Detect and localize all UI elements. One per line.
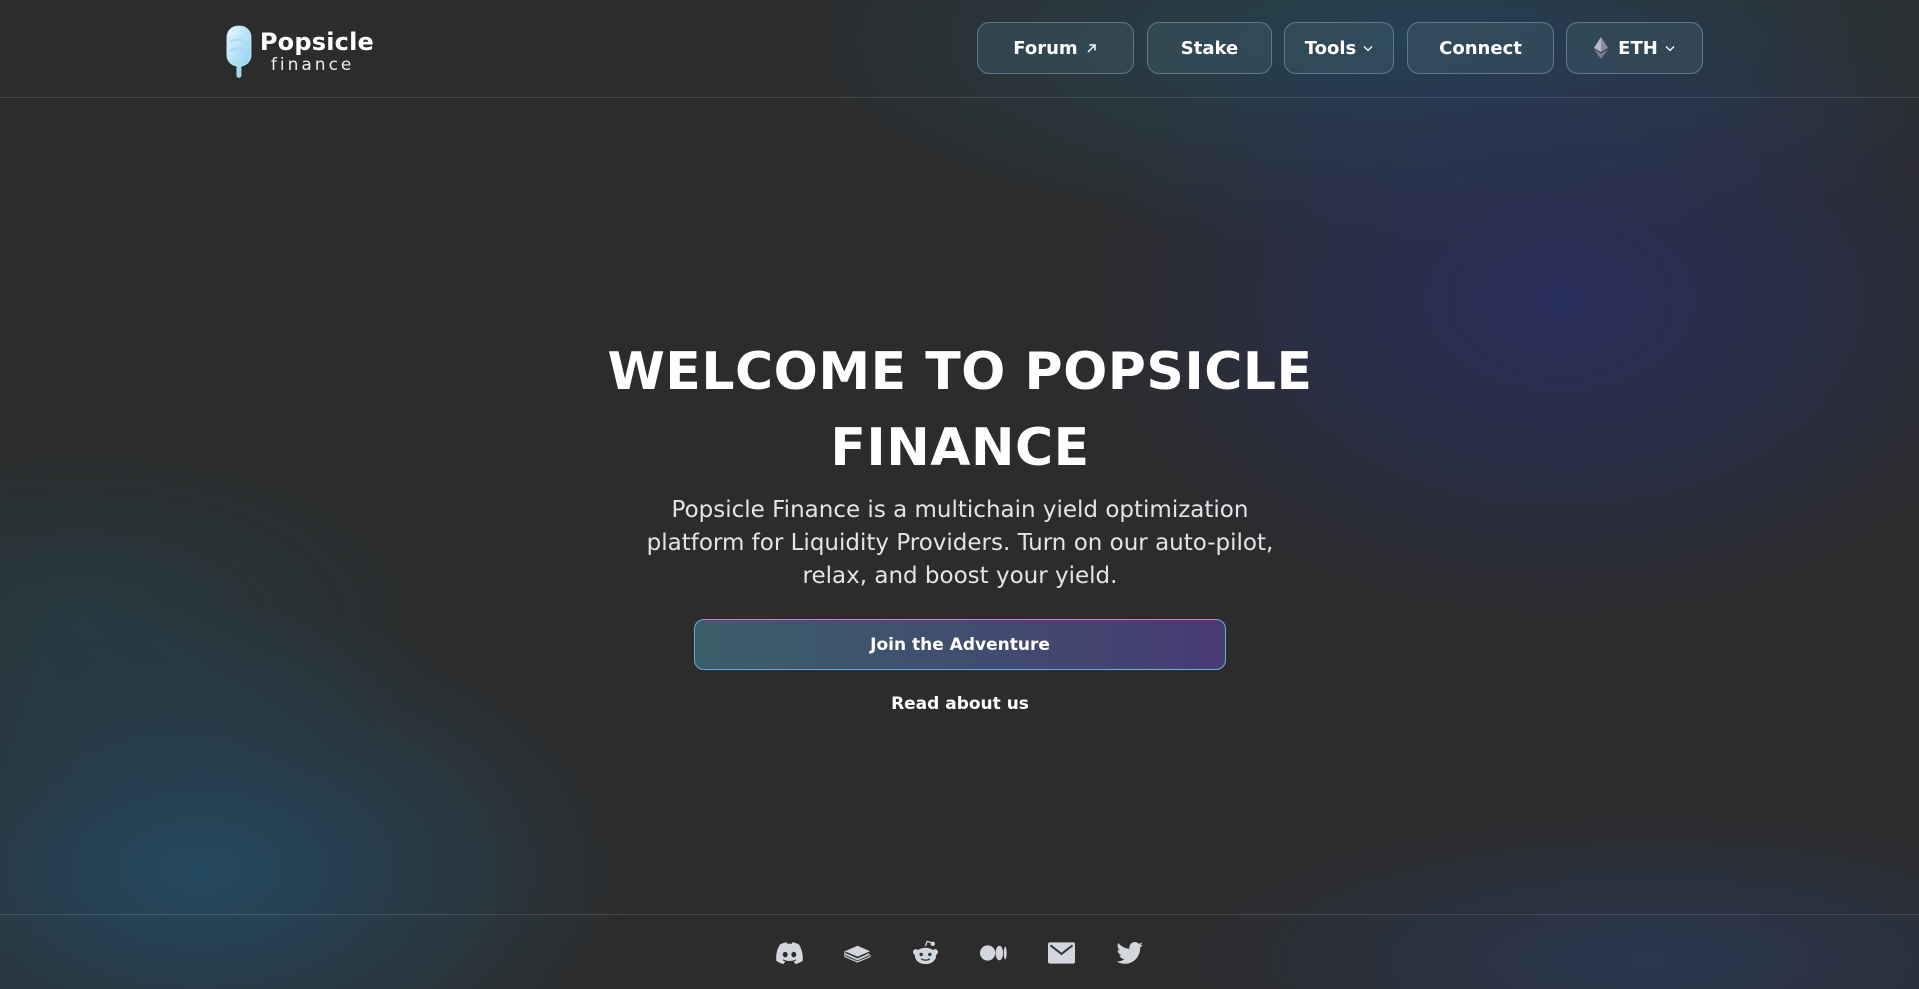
connect-wallet-button[interactable]: Connect [1407, 22, 1554, 74]
chevron-down-icon [1665, 45, 1675, 51]
join-adventure-label: Join the Adventure [870, 634, 1050, 655]
brand-subtitle: finance [270, 55, 355, 75]
tools-dropdown[interactable]: Tools [1284, 22, 1394, 74]
forum-button[interactable]: Forum [977, 22, 1134, 74]
discord-icon[interactable] [776, 940, 803, 967]
join-adventure-button[interactable]: Join the Adventure [694, 619, 1226, 670]
network-selector[interactable]: ETH [1566, 22, 1703, 74]
reddit-icon[interactable] [912, 940, 939, 967]
footer-social-bar [0, 914, 1919, 989]
twitter-icon[interactable] [1116, 940, 1143, 967]
network-label: ETH [1618, 37, 1658, 59]
connect-label: Connect [1439, 37, 1522, 59]
docs-book-icon[interactable] [844, 940, 871, 967]
email-icon[interactable] [1048, 940, 1075, 967]
brand-name: Popsicle [259, 28, 374, 56]
hero-title-line-1: WELCOME TO POPSICLE [607, 342, 1313, 402]
hero-description-line-3: relax, and boost your yield. [802, 563, 1118, 589]
tools-label: Tools [1304, 37, 1357, 59]
hero-description-line-1: Popsicle Finance is a multichain yield o… [671, 497, 1249, 523]
top-navbar: Popsicle finance Forum Stake Tools Conne… [0, 0, 1919, 98]
external-link-arrow-icon [1087, 43, 1096, 53]
hero-title-line-2: FINANCE [830, 418, 1090, 478]
popsicle-logo-icon [226, 25, 252, 78]
forum-label: Forum [1013, 37, 1078, 59]
ethereum-icon [1594, 37, 1609, 59]
hero-title: WELCOME TO POPSICLE FINANCE [560, 334, 1360, 486]
stake-label: Stake [1180, 37, 1239, 59]
medium-icon[interactable] [980, 940, 1007, 967]
hero-description-line-2: platform for Liquidity Providers. Turn o… [646, 530, 1274, 556]
stake-button[interactable]: Stake [1147, 22, 1272, 74]
chevron-down-icon [1363, 45, 1373, 51]
brand-logo[interactable]: Popsicle finance [224, 24, 374, 80]
hero-description: Popsicle Finance is a multichain yield o… [640, 494, 1280, 593]
read-about-us-link[interactable]: Read about us [860, 694, 1060, 720]
